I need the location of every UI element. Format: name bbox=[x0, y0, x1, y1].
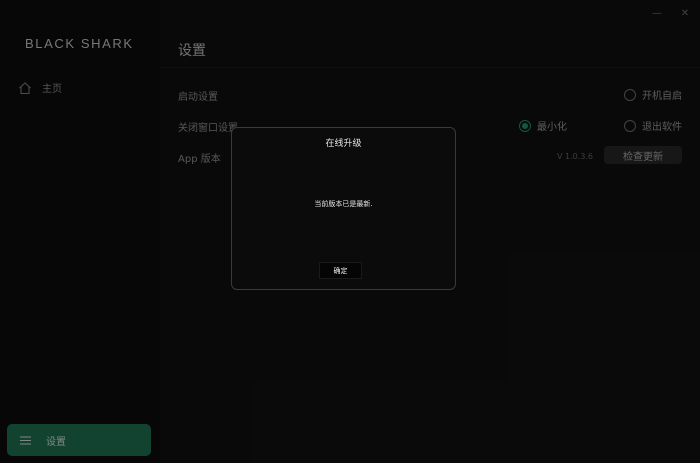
update-dialog: 在线升级 当前版本已是最新. 确定 bbox=[231, 127, 456, 290]
dialog-title: 在线升级 bbox=[325, 139, 362, 149]
ok-button[interactable]: 确定 bbox=[319, 262, 362, 279]
dialog-message: 当前版本已是最新. bbox=[314, 200, 373, 208]
